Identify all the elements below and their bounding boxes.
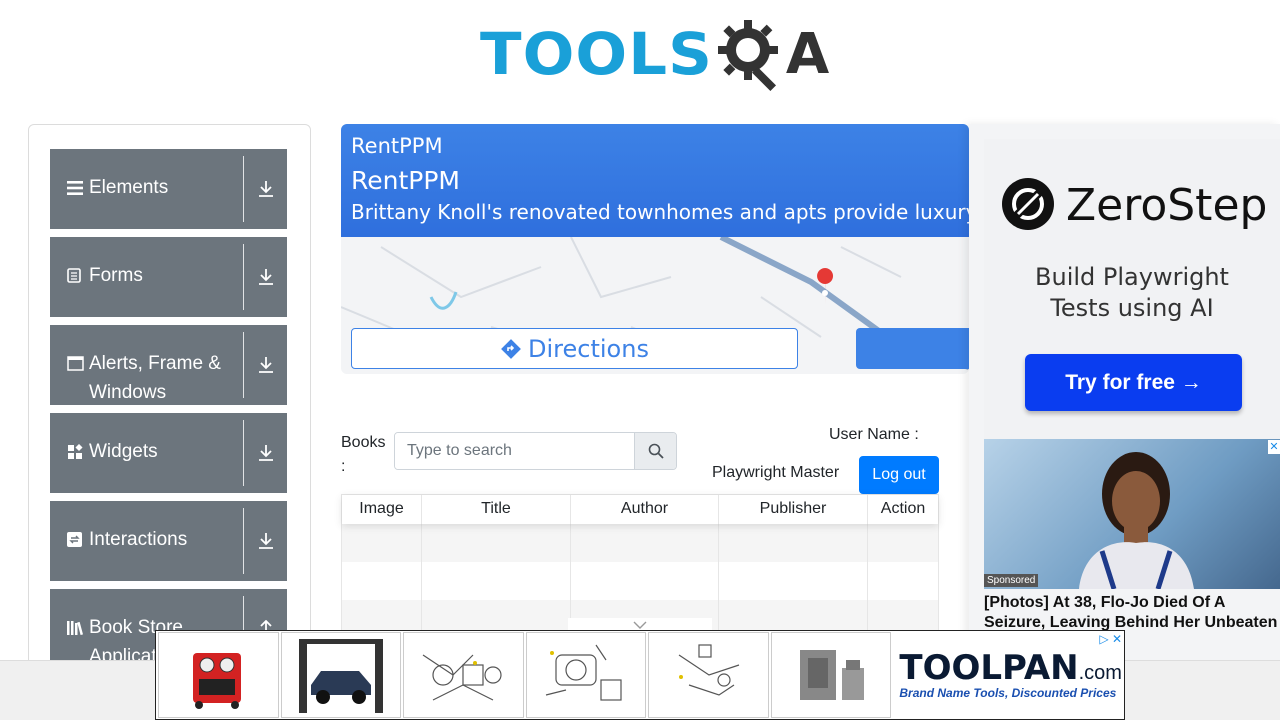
- directions-label: Directions: [528, 334, 649, 363]
- download-icon[interactable]: [244, 501, 287, 581]
- ad-secondary-button[interactable]: [856, 328, 969, 369]
- download-icon[interactable]: [244, 325, 287, 405]
- portrait-image: [1079, 452, 1194, 589]
- search-icon: [648, 443, 664, 459]
- zerostep-subtitle-line2: Tests using AI: [1050, 294, 1214, 322]
- toolpan-tagline: Brand Name Tools, Discounted Prices: [899, 686, 1117, 700]
- search-input[interactable]: [395, 433, 634, 469]
- search-box: [394, 432, 677, 470]
- interactions-icon: [67, 525, 85, 554]
- product-tile[interactable]: [280, 632, 402, 718]
- product-tile[interactable]: [525, 632, 647, 718]
- logo-tools-text: TOOLS: [480, 20, 714, 88]
- sidebar-group-interactions[interactable]: Interactions: [50, 501, 287, 581]
- ac-machine-image: [193, 653, 242, 709]
- books-label: Books :: [341, 434, 386, 475]
- logout-button[interactable]: Log out: [859, 456, 939, 494]
- ad-photo[interactable]: [984, 439, 1280, 589]
- zerostep-subtitle: Build Playwright Tests using AI: [984, 262, 1280, 324]
- chevron-down-icon: [633, 621, 647, 629]
- sidebar-group-widgets[interactable]: Widgets: [50, 413, 287, 493]
- product-tile[interactable]: [770, 632, 892, 718]
- toolpan-suffix: .com: [1078, 662, 1122, 684]
- ad-close-icon[interactable]: ▷ ✕: [1099, 632, 1122, 646]
- user-name-value: Playwright Master: [712, 464, 840, 481]
- column-header-image[interactable]: Image: [342, 495, 422, 524]
- table-row: [342, 524, 938, 562]
- toolsqa-logo[interactable]: TOOLS A: [480, 14, 829, 94]
- toolpan-ad[interactable]: TOOLPAN.com Brand Name Tools, Discounted…: [155, 630, 1125, 720]
- download-icon[interactable]: [244, 149, 287, 229]
- table-header: Image Title Author Publisher Action: [342, 495, 938, 524]
- zerostep-brand: ZeroStep: [1066, 180, 1268, 231]
- widgets-icon: [67, 437, 85, 466]
- fixture-block-image: [800, 650, 865, 700]
- ad-brand-small: RentPPM: [351, 134, 443, 158]
- sponsored-badge: Sponsored: [984, 574, 1039, 587]
- product-tile[interactable]: [648, 632, 769, 718]
- sidebar-group-label: Alerts, Frame & Windows: [89, 353, 221, 403]
- column-header-title[interactable]: Title: [422, 495, 571, 524]
- books-icon: [67, 613, 85, 642]
- zerostep-logo-icon: [1002, 178, 1054, 230]
- sidebar-group-forms[interactable]: Forms: [50, 237, 287, 317]
- try-free-button[interactable]: Try for free →: [1025, 354, 1242, 411]
- product-tile[interactable]: [403, 632, 524, 718]
- sidebar-group-label: Forms: [89, 265, 143, 286]
- zerostep-subtitle-line1: Build Playwright: [1035, 263, 1229, 291]
- sidebar-group-label: Widgets: [89, 441, 158, 462]
- assembly-diagram-image: [678, 644, 739, 696]
- download-icon[interactable]: [244, 413, 287, 493]
- search-button[interactable]: [634, 433, 676, 469]
- ad-header: RentPPM RentPPM Brittany Knoll's renovat…: [341, 124, 969, 237]
- car-lift-image: [298, 639, 383, 713]
- toolpan-brand[interactable]: TOOLPAN.com Brand Name Tools, Discounted…: [893, 650, 1122, 700]
- directions-button[interactable]: Directions: [351, 328, 798, 369]
- ad-brand-large: RentPPM: [351, 166, 460, 195]
- page: TOOLS A Elements Forms Alerts, Frame & W…: [0, 0, 1280, 720]
- form-icon: [67, 261, 85, 290]
- sidebar-group-elements[interactable]: Elements: [50, 149, 287, 229]
- parts-diagram-image: [423, 654, 503, 701]
- column-header-author[interactable]: Author: [571, 495, 719, 524]
- logo-a-text: A: [785, 21, 830, 87]
- column-header-action[interactable]: Action: [868, 495, 938, 524]
- ad-tagline: Brittany Knoll's renovated townhomes and…: [351, 200, 969, 224]
- rentppm-ad[interactable]: RentPPM RentPPM Brittany Knoll's renovat…: [341, 124, 969, 374]
- ad-close-icon[interactable]: ✕: [1268, 440, 1280, 454]
- sidebar-group-label: Interactions: [89, 529, 188, 550]
- toolpan-name: TOOLPAN: [899, 648, 1079, 688]
- motor-diagram-image: [545, 644, 622, 701]
- directions-icon: [501, 338, 521, 359]
- gear-magnifier-icon: [717, 20, 778, 92]
- logo-qa: A: [716, 16, 829, 92]
- sidebar-group-alerts[interactable]: Alerts, Frame & Windows: [50, 325, 287, 405]
- window-icon: [67, 349, 85, 378]
- column-header-publisher[interactable]: Publisher: [719, 495, 868, 524]
- table-row: [342, 562, 938, 600]
- menu-icon: [67, 173, 85, 202]
- user-name-label: User Name :: [829, 426, 919, 443]
- product-tile[interactable]: [158, 632, 279, 718]
- download-icon[interactable]: [244, 237, 287, 317]
- sidebar-group-label: Elements: [89, 177, 169, 198]
